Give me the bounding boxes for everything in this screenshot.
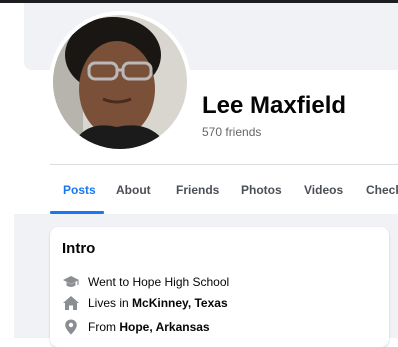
graduation-cap-icon <box>62 273 80 291</box>
intro-item-place-link[interactable]: Hope, Arkansas <box>119 320 209 334</box>
tab-friends[interactable]: Friends <box>176 165 219 213</box>
intro-item-prefix: From <box>88 320 120 334</box>
tab-check-ins[interactable]: Check <box>366 165 398 213</box>
tab-photos[interactable]: Photos <box>241 165 282 213</box>
home-icon <box>62 294 80 312</box>
intro-item-hometown: From Hope, Arkansas <box>62 318 210 336</box>
intro-item-prefix: Lives in <box>88 296 133 310</box>
intro-item-place-link[interactable]: McKinney, Texas <box>132 296 228 310</box>
intro-item-text: Went to Hope High School <box>88 275 230 289</box>
friends-count[interactable]: 570 friends <box>202 125 261 139</box>
profile-name: Lee Maxfield <box>202 92 347 119</box>
intro-title: Intro <box>62 240 96 257</box>
avatar[interactable] <box>53 15 187 149</box>
intro-item-residence: Lives in McKinney, Texas <box>62 294 228 312</box>
location-pin-icon <box>62 318 80 336</box>
avatar-photo <box>53 15 187 149</box>
intro-item-education: Went to Hope High School <box>62 273 229 291</box>
tab-videos[interactable]: Videos <box>304 165 343 213</box>
intro-card: Intro Went to Hope High School Lives in … <box>50 227 389 347</box>
profile-tabs: Posts About Friends Photos Videos Check <box>50 165 398 214</box>
tab-about[interactable]: About <box>116 165 151 213</box>
tab-posts[interactable]: Posts <box>63 165 96 213</box>
